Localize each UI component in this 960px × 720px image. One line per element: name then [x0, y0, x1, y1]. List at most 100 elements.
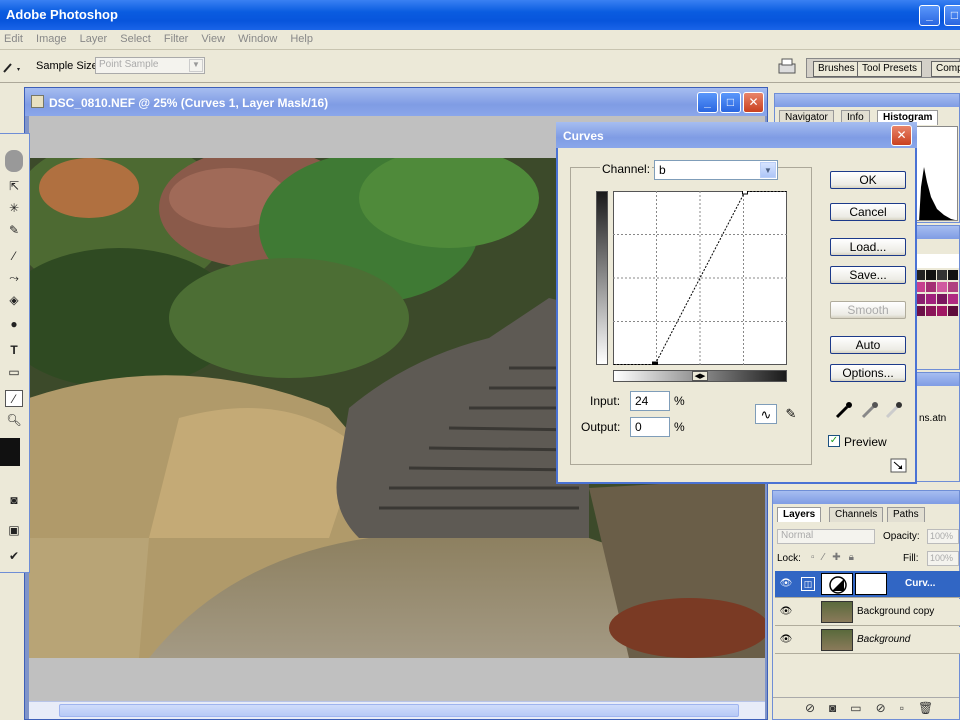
- brush-tool-icon[interactable]: ⁄: [5, 248, 23, 265]
- output-value: 0: [635, 420, 642, 434]
- doc-close-icon[interactable]: ✕: [743, 92, 764, 113]
- auto-button[interactable]: Auto: [830, 336, 906, 354]
- tab-tool-presets[interactable]: Tool Presets: [857, 61, 923, 77]
- menu-view[interactable]: View: [197, 30, 231, 45]
- visibility-eye-icon[interactable]: 👁︎: [779, 578, 793, 590]
- eyedropper-tool-icon-active[interactable]: ⁄: [5, 390, 23, 407]
- adjustment-thumbnail[interactable]: [821, 573, 853, 595]
- curves-title: Curves: [563, 129, 604, 143]
- menu-help[interactable]: Help: [286, 30, 319, 45]
- black-eyedropper-icon[interactable]: [834, 400, 854, 420]
- shape-tool-icon[interactable]: ▭: [5, 364, 23, 381]
- curve-graph[interactable]: [613, 191, 787, 365]
- input-field[interactable]: 24: [630, 391, 670, 411]
- input-percent: %: [674, 394, 685, 408]
- minimize-icon[interactable]: _: [919, 5, 940, 26]
- opacity-label: Opacity:: [883, 531, 920, 542]
- tab-comp[interactable]: Comp: [931, 61, 960, 77]
- layer-row-background-copy[interactable]: 👁︎ Background copy: [775, 599, 960, 626]
- close-icon[interactable]: ✕: [891, 125, 912, 146]
- action-set-name[interactable]: ns.atn: [919, 413, 946, 424]
- sample-size-select[interactable]: Point Sample ▼: [95, 57, 205, 74]
- layer-mask-link-icon[interactable]: ◫: [801, 577, 815, 591]
- menu-image[interactable]: Image: [32, 30, 73, 45]
- sample-size-label: Sample Size:: [36, 60, 101, 72]
- app-titlebar: Adobe Photoshop _ □: [0, 0, 960, 30]
- screen-mode-icon[interactable]: ▣: [5, 522, 23, 539]
- layer-name: Curv...: [905, 578, 936, 589]
- type-tool-icon[interactable]: T: [5, 342, 23, 359]
- output-gradient-bar: [596, 191, 608, 365]
- curves-adjustment-icon: [829, 576, 847, 594]
- doc-maximize-icon[interactable]: □: [720, 92, 741, 113]
- menu-window[interactable]: Window: [234, 30, 283, 45]
- burn-tool-icon[interactable]: ●: [5, 316, 23, 333]
- white-eyedropper-icon[interactable]: [884, 400, 904, 420]
- tab-brushes[interactable]: Brushes: [813, 61, 860, 77]
- horizontal-scrollbar[interactable]: [29, 701, 765, 719]
- magic-wand-icon[interactable]: ✳: [5, 200, 23, 217]
- curve-control-point[interactable]: [652, 361, 659, 365]
- input-label: Input:: [590, 394, 621, 408]
- expand-dialog-icon[interactable]: [890, 458, 908, 474]
- menu-edit[interactable]: Edit: [0, 30, 29, 45]
- layer-mask-thumbnail[interactable]: [855, 573, 887, 595]
- output-percent: %: [674, 420, 685, 434]
- maximize-icon[interactable]: □: [944, 5, 960, 26]
- output-field[interactable]: 0: [630, 417, 670, 437]
- gradient-toggle-icon[interactable]: ◀▶: [692, 371, 708, 381]
- paint-bucket-icon[interactable]: ◈: [5, 292, 23, 309]
- palette-options-icon[interactable]: [776, 56, 798, 76]
- opacity-field[interactable]: 100%: [927, 529, 959, 544]
- visibility-eye-icon[interactable]: 👁︎: [779, 606, 793, 618]
- canvas-background-lower: [29, 658, 765, 701]
- layers-panel: Layers Channels Paths Normal Opacity: 10…: [772, 490, 960, 720]
- channel-value: b: [659, 163, 666, 177]
- toolbox: ⇱ ✳ ✎ ⁄ ⤳ ◈ ● T ▭ ⁄ 🔍︎ ◙ ▣ ✔: [0, 133, 30, 573]
- history-brush-icon[interactable]: ⤳: [5, 270, 23, 287]
- gray-eyedropper-icon[interactable]: [860, 400, 880, 420]
- fill-field[interactable]: 100%: [927, 551, 959, 566]
- menu-layer[interactable]: Layer: [76, 30, 114, 45]
- curve-tool-icon[interactable]: ∿: [755, 404, 777, 424]
- layer-thumbnail: [821, 601, 853, 623]
- menu-select[interactable]: Select: [116, 30, 157, 45]
- move-tool-icon[interactable]: ⇱: [5, 178, 23, 195]
- curve-control-point[interactable]: [741, 191, 748, 195]
- layer-name: Background copy: [857, 606, 935, 617]
- layers-footer-icons[interactable]: ⊘◙▭⊘▫🗑︎: [773, 697, 959, 719]
- chevron-down-icon: ▼: [189, 59, 203, 72]
- tab-channels[interactable]: Channels: [829, 507, 884, 522]
- menu-filter[interactable]: Filter: [160, 30, 194, 45]
- palette-well: Brushes Tool Presets Comp: [806, 58, 960, 78]
- save-button[interactable]: Save...: [830, 266, 906, 284]
- foreground-color-swatch[interactable]: [0, 438, 20, 466]
- layer-row-curves[interactable]: 👁︎ ◫ Curv...: [775, 571, 960, 598]
- jump-to-imageready-icon[interactable]: ✔: [5, 548, 23, 565]
- input-value: 24: [635, 394, 649, 408]
- smooth-button[interactable]: Smooth: [830, 301, 906, 319]
- tab-layers[interactable]: Layers: [777, 507, 822, 522]
- load-button[interactable]: Load...: [830, 238, 906, 256]
- preview-checkbox[interactable]: ✓: [828, 435, 840, 447]
- options-button[interactable]: Options...: [830, 364, 906, 382]
- doc-minimize-icon[interactable]: _: [697, 92, 718, 113]
- lock-icons[interactable]: ▫⁄✚🔒︎: [811, 552, 862, 563]
- channel-select[interactable]: b ▼: [654, 160, 778, 180]
- ok-button[interactable]: OK: [830, 171, 906, 189]
- layer-row-background[interactable]: 👁︎ Background: [775, 627, 960, 654]
- channel-label: Channel:: [600, 162, 653, 176]
- tab-paths[interactable]: Paths: [887, 507, 925, 522]
- zoom-tool-icon[interactable]: 🔍︎: [5, 412, 23, 429]
- pencil-tool-icon[interactable]: ✎: [780, 404, 802, 424]
- visibility-eye-icon[interactable]: 👁︎: [779, 634, 793, 646]
- swatch-grid[interactable]: [915, 254, 959, 344]
- cancel-button[interactable]: Cancel: [830, 203, 906, 221]
- blend-mode-select[interactable]: Normal: [777, 529, 875, 544]
- quick-mask-icon[interactable]: ◙: [5, 492, 23, 509]
- fill-value: 100%: [930, 553, 954, 563]
- fill-label: Fill:: [903, 553, 919, 564]
- scrollbar-thumb[interactable]: [59, 704, 739, 717]
- healing-brush-icon[interactable]: ✎: [5, 222, 23, 239]
- eyedropper-tool-icon[interactable]: [2, 59, 24, 75]
